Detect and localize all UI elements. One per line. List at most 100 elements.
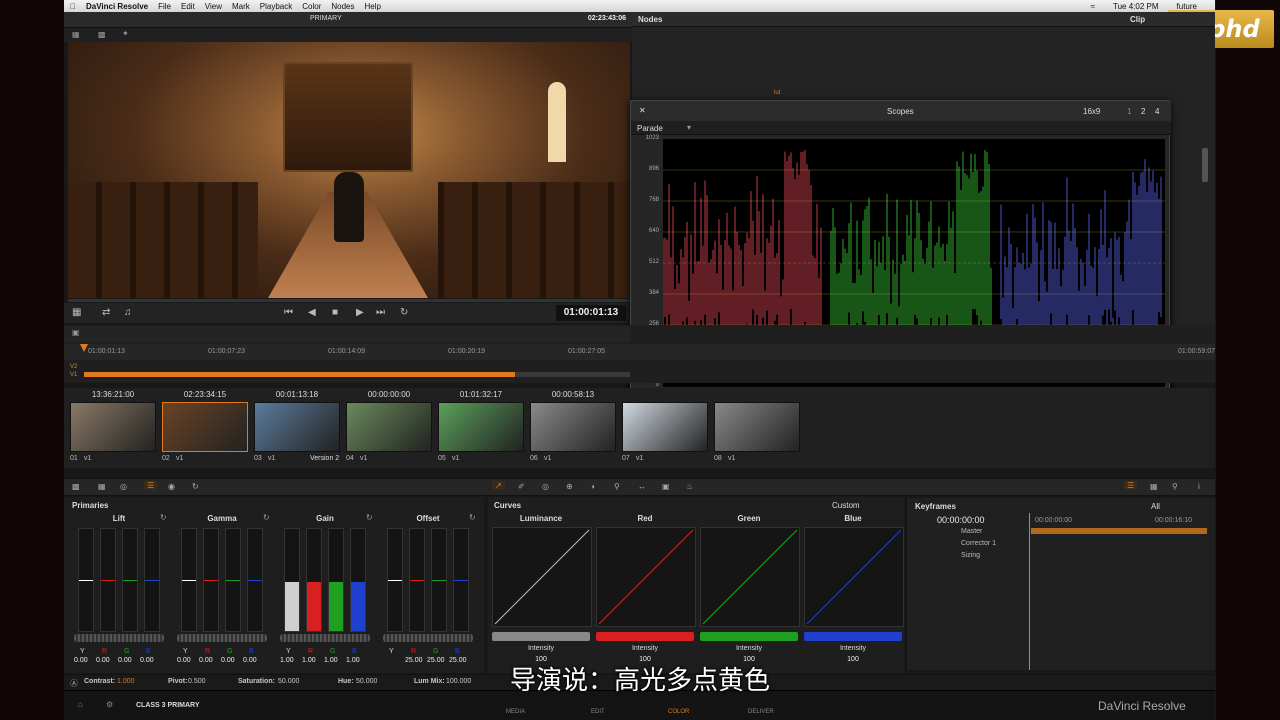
shuffle-icon[interactable]: ⇄ [102, 307, 110, 318]
wheel-gamma[interactable]: Gamma ↻ Y 0.00 R 0.00 G 0.00 B 0.00 [177, 512, 277, 672]
clock[interactable]: Tue 4:02 PM [1113, 2, 1159, 11]
pivot-value[interactable]: 0.500 [188, 678, 206, 685]
channel-value-r[interactable]: 25.00 [405, 657, 423, 664]
reset-icon[interactable]: ↻ [469, 513, 476, 522]
menu-view[interactable]: View [205, 2, 222, 11]
wifi-icon[interactable]: ≈ [1091, 2, 1095, 11]
scope-mode-select[interactable]: Parade [637, 124, 663, 133]
kf-row-master[interactable]: Master [961, 528, 982, 535]
magic-icon[interactable]: ✦ [122, 29, 129, 38]
nodes-zoom-slider[interactable] [1202, 148, 1208, 182]
tab-edit[interactable]: EDIT [591, 709, 605, 715]
qualifier-icon[interactable]: ✐ [518, 482, 525, 491]
level-bar-b[interactable] [144, 528, 160, 632]
level-bar-y[interactable] [284, 528, 300, 632]
skip-start-icon[interactable]: ⏮ [284, 307, 293, 318]
curve-intensity-slider[interactable] [596, 632, 694, 641]
clip-thumbnail[interactable] [346, 402, 432, 452]
clip-thumbnail[interactable] [254, 402, 340, 452]
level-bar-g[interactable] [122, 528, 138, 632]
scope-page-2[interactable]: 2 [1141, 107, 1145, 116]
wheel-lift[interactable]: Lift ↻ Y 0.00 R 0.00 G 0.00 B 0.00 [74, 512, 174, 672]
menu-color[interactable]: Color [302, 2, 321, 11]
wheel-offset[interactable]: Offset ↻ Y R 25.00 G 25.00 B 25.00 [383, 512, 483, 672]
color-match-icon[interactable]: ▦ [98, 482, 106, 491]
tab-deliver[interactable]: DELIVER [748, 709, 774, 715]
aspect-select[interactable]: 16x9 [1083, 107, 1100, 116]
viewer-mode[interactable]: PRIMARY [310, 15, 342, 22]
curve-intensity-slider[interactable] [492, 632, 590, 641]
chevron-down-icon[interactable]: ▾ [687, 123, 691, 132]
gear-icon[interactable]: ⚙ [106, 700, 113, 709]
kf-row-corrector-1[interactable]: Corrector 1 [961, 540, 996, 547]
level-bar-r[interactable] [409, 528, 425, 632]
master-track-bar[interactable] [1031, 528, 1207, 534]
master-wheel[interactable] [280, 634, 370, 642]
clip-mode[interactable]: Clip [1130, 15, 1145, 24]
channel-value-g[interactable]: 1.00 [324, 657, 338, 664]
reset-icon[interactable]: ↻ [263, 513, 270, 522]
menu-help[interactable]: Help [365, 2, 381, 11]
motion-icon[interactable]: ↻ [192, 482, 199, 491]
timeline-clips[interactable] [84, 372, 515, 377]
level-bar-y[interactable] [387, 528, 403, 632]
wheel-gain[interactable]: Gain ↻ Y 1.00 R 1.00 G 1.00 B 1.00 [280, 512, 380, 672]
channel-value-r[interactable]: 0.00 [199, 657, 213, 664]
channel-value-b[interactable]: 0.00 [243, 657, 257, 664]
info-icon[interactable]: i [1198, 482, 1200, 491]
key-icon[interactable]: ⚲ [614, 482, 620, 491]
curves-mode-select[interactable]: Custom [832, 501, 860, 510]
keyframes-playhead[interactable] [1029, 513, 1030, 670]
kf-row-sizing[interactable]: Sizing [961, 552, 980, 559]
lummix-value[interactable]: 100.000 [446, 678, 471, 685]
grid-view-icon[interactable]: ▦ [1150, 482, 1158, 491]
home-icon[interactable]: ⌂ [78, 700, 83, 709]
curve-editor-red[interactable] [596, 527, 696, 627]
channel-value-g[interactable]: 0.00 [221, 657, 235, 664]
clip-thumbnail[interactable] [622, 402, 708, 452]
level-bar-b[interactable] [453, 528, 469, 632]
volume-icon[interactable]: ♫ [124, 307, 132, 318]
apple-icon[interactable]:  [70, 2, 76, 11]
channel-value-r[interactable]: 0.00 [96, 657, 110, 664]
master-wheel[interactable] [177, 634, 267, 642]
blur-icon[interactable]: ◑ [590, 482, 595, 491]
curve-intensity-slider[interactable] [804, 632, 902, 641]
level-bar-g[interactable] [431, 528, 447, 632]
master-wheel[interactable] [74, 634, 164, 642]
reset-icon[interactable]: ↻ [160, 513, 167, 522]
clip-thumbnail[interactable] [530, 402, 616, 452]
play-icon[interactable]: ▶ [356, 307, 364, 318]
channel-value-b[interactable]: 25.00 [449, 657, 467, 664]
hue-value[interactable]: 50.000 [356, 678, 377, 685]
layout-icon[interactable]: ▦ [72, 307, 81, 318]
master-wheel[interactable] [383, 634, 473, 642]
clip-thumbnail[interactable] [162, 402, 248, 452]
channel-value-b[interactable]: 1.00 [346, 657, 360, 664]
intensity-value[interactable]: 100 [804, 656, 902, 663]
level-bar-g[interactable] [225, 528, 241, 632]
curve-editor-luminance[interactable] [492, 527, 592, 627]
tracker-icon[interactable]: ⊕ [566, 482, 573, 491]
level-bar-y[interactable] [181, 528, 197, 632]
level-bar-y[interactable] [78, 528, 94, 632]
stop-icon[interactable]: ■ [332, 307, 338, 318]
search-icon[interactable]: ⚲ [1172, 482, 1178, 491]
channel-value-y[interactable]: 0.00 [74, 657, 88, 664]
level-bar-r[interactable] [203, 528, 219, 632]
channel-value-g[interactable]: 25.00 [427, 657, 445, 664]
play-reverse-icon[interactable]: ◀ [308, 307, 316, 318]
sizing-icon[interactable]: ↔ [638, 482, 646, 491]
channel-value-y[interactable]: 1.00 [280, 657, 294, 664]
curves-icon[interactable]: ↗ [492, 481, 505, 490]
rgb-mixer-icon[interactable]: ◉ [168, 482, 175, 491]
app-menu[interactable]: DaVinci Resolve [86, 2, 148, 11]
grid-icon[interactable]: ▦ [72, 30, 80, 39]
curve-editor-green[interactable] [700, 527, 800, 627]
channel-value-b[interactable]: 0.00 [140, 657, 154, 664]
reset-icon[interactable]: ↻ [366, 513, 373, 522]
channel-value-y[interactable]: 0.00 [177, 657, 191, 664]
saturation-value[interactable]: 50.000 [278, 678, 299, 685]
keyframes-icon[interactable]: ☰ [1124, 481, 1138, 490]
timeline-ruler[interactable]: 01:00:01:13 01:00:07:23 01:00:14:09 01:0… [64, 344, 1215, 360]
